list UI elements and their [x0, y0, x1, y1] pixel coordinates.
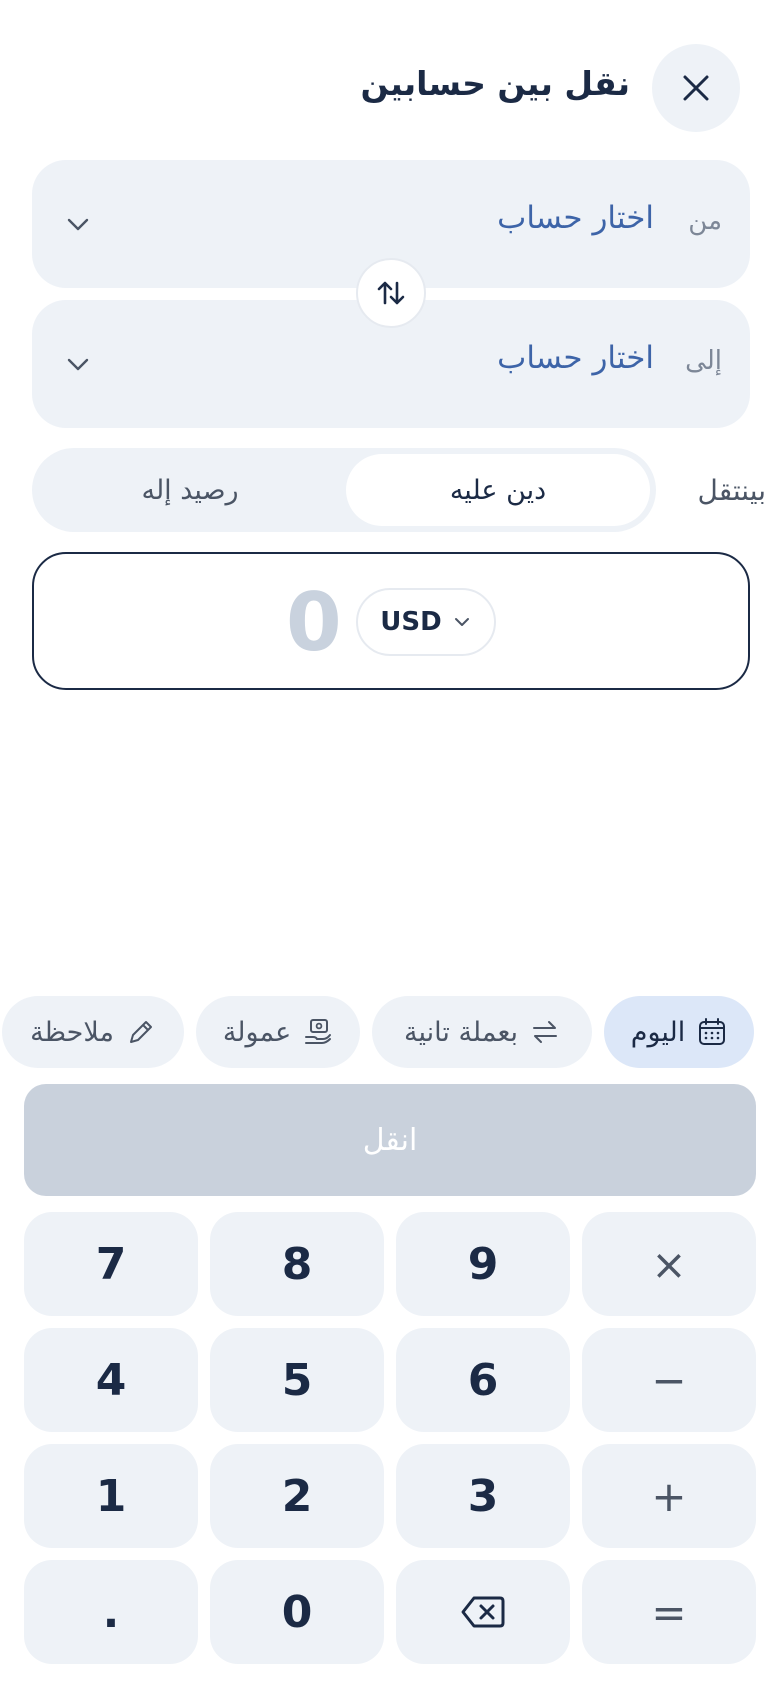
calendar-icon [699, 1018, 726, 1045]
chevron-down-icon [454, 618, 469, 626]
page-title: نقل بين حسابين [360, 64, 630, 103]
keypad-decimal[interactable]: . [24, 1560, 198, 1664]
close-button[interactable] [652, 44, 740, 132]
from-label: من [688, 206, 722, 236]
close-icon [683, 75, 709, 101]
direction-option-debt[interactable]: دين عليه [346, 454, 650, 526]
swap-vertical-icon [377, 281, 405, 305]
fee-chip[interactable]: عمولة [196, 996, 360, 1068]
backspace-icon [461, 1596, 505, 1628]
transfer-screen: نقل بين حسابين من اختار حساب إلى اختار ح… [0, 0, 780, 1688]
to-account-value: اختار حساب [497, 340, 654, 376]
fee-label: عمولة [222, 1016, 292, 1048]
chevron-down-icon [67, 358, 89, 371]
date-chip[interactable]: اليوم [604, 996, 754, 1068]
keypad-plus[interactable]: + [582, 1444, 756, 1548]
keypad-minus[interactable]: − [582, 1328, 756, 1432]
chevron-down-icon [67, 218, 89, 231]
to-label: إلى [685, 346, 722, 376]
header: نقل بين حسابين [0, 44, 780, 132]
keypad-multiply[interactable]: × [582, 1212, 756, 1316]
direction-label: بينتقل [697, 474, 766, 507]
amount-box: 0 USD [32, 552, 750, 690]
keypad-2[interactable]: 2 [210, 1444, 384, 1548]
keypad-5[interactable]: 5 [210, 1328, 384, 1432]
currency-select[interactable]: USD [356, 588, 496, 656]
pencil-icon [129, 1021, 152, 1043]
other-currency-chip[interactable]: بعملة تانية [372, 996, 592, 1068]
swap-accounts-button[interactable] [356, 258, 426, 328]
other-currency-label: بعملة تانية [403, 1016, 519, 1048]
direction-segmented-control: دين عليه رصيد إله [32, 448, 656, 532]
keypad-4[interactable]: 4 [24, 1328, 198, 1432]
currency-code: USD [380, 607, 442, 637]
keypad-8[interactable]: 8 [210, 1212, 384, 1316]
keypad-backspace[interactable] [396, 1560, 570, 1664]
money-hand-icon [305, 1019, 332, 1044]
direction-option-credit[interactable]: رصيد إله [38, 454, 342, 526]
note-label: ملاحظة [30, 1016, 114, 1048]
keypad-equals[interactable]: = [582, 1560, 756, 1664]
keypad-6[interactable]: 6 [396, 1328, 570, 1432]
keypad-0[interactable]: 0 [210, 1560, 384, 1664]
keypad-1[interactable]: 1 [24, 1444, 198, 1548]
transfer-submit-button[interactable]: انقل [24, 1084, 756, 1196]
amount-value[interactable]: 0 [286, 576, 342, 669]
note-chip[interactable]: ملاحظة [2, 996, 184, 1068]
keypad-9[interactable]: 9 [396, 1212, 570, 1316]
date-chip-label: اليوم [630, 1016, 686, 1048]
keypad-7[interactable]: 7 [24, 1212, 198, 1316]
keypad-3[interactable]: 3 [396, 1444, 570, 1548]
exchange-icon [533, 1021, 558, 1043]
from-account-value: اختار حساب [497, 200, 654, 236]
